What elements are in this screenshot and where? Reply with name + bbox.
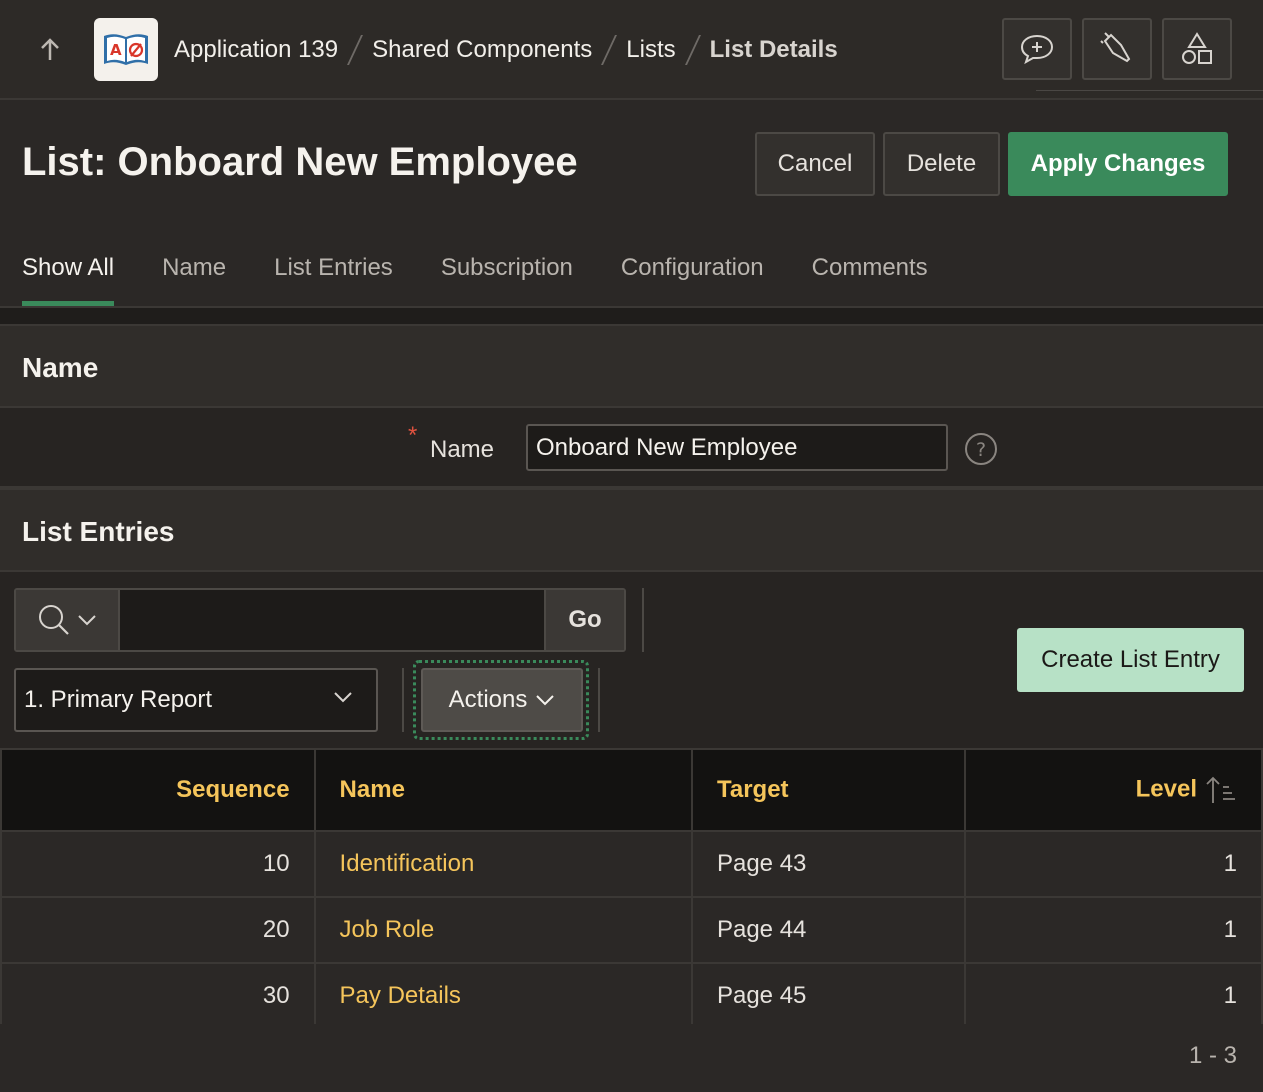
search-bar: Go: [14, 588, 626, 652]
breadcrumb-separator: [347, 35, 364, 65]
name-field-label: Name: [430, 436, 495, 463]
breadcrumb-shared-components[interactable]: Shared Components: [372, 36, 592, 64]
shapes-icon: [1182, 32, 1212, 64]
list-entries-section-title: List Entries: [22, 516, 175, 547]
pagination-range: 1 - 3: [1188, 1042, 1237, 1069]
cell-level: 1: [963, 962, 1263, 1030]
toolbar-separator: [642, 588, 644, 652]
shared-components-button[interactable]: [1162, 18, 1232, 80]
app-book-icon: A: [104, 33, 148, 65]
cell-level: 1: [963, 830, 1263, 898]
highlight-button[interactable]: [1082, 18, 1152, 80]
help-icon[interactable]: ?: [964, 432, 998, 466]
breadcrumb-current: List Details: [709, 36, 838, 63]
cell-sequence: 10: [0, 830, 316, 898]
topbar-divider: [1036, 90, 1263, 91]
list-entries-section-header: List Entries: [0, 488, 1263, 572]
tab-show-all[interactable]: Show All: [22, 244, 115, 306]
tab-name[interactable]: Name: [162, 244, 226, 306]
go-button[interactable]: Go: [544, 590, 624, 650]
table-row: 30 Pay Details Page 45 1: [0, 962, 1263, 1030]
report-header-row: Sequence Name Target Level: [0, 748, 1263, 832]
column-header-target[interactable]: Target: [690, 748, 966, 832]
top-bar: A Application 139 Shared Components List…: [0, 0, 1263, 100]
region-gap: [0, 308, 1263, 324]
chevron-down-icon: [536, 695, 555, 706]
column-header-level[interactable]: Level: [963, 748, 1263, 832]
list-entries-report: Sequence Name Target Level 10 Identifica…: [0, 748, 1263, 1030]
saved-report-select[interactable]: 1. Primary Report: [14, 668, 378, 732]
apply-changes-button[interactable]: Apply Changes: [1008, 132, 1228, 196]
tab-subscription[interactable]: Subscription: [441, 244, 573, 306]
cell-name-link[interactable]: Identification: [313, 830, 693, 898]
actions-label: Actions: [448, 686, 528, 713]
report-footer: [0, 1024, 1263, 1092]
create-list-entry-button[interactable]: Create List Entry: [1017, 628, 1244, 692]
breadcrumb-application[interactable]: Application 139: [174, 36, 338, 64]
name-section-title: Name: [22, 352, 99, 383]
region-tabs: Show All Name List Entries Subscription …: [22, 244, 976, 308]
svg-text:A: A: [110, 41, 122, 59]
tab-configuration[interactable]: Configuration: [621, 244, 764, 306]
search-column-menu[interactable]: [16, 590, 120, 650]
tab-list-entries[interactable]: List Entries: [274, 244, 393, 306]
toolbar-separator: [402, 668, 404, 732]
column-header-name[interactable]: Name: [313, 748, 693, 832]
breadcrumb: Application 139 Shared Components Lists …: [174, 28, 838, 72]
breadcrumb-separator: [684, 35, 701, 65]
column-header-sequence[interactable]: Sequence: [0, 748, 316, 832]
chat-plus-icon: [1020, 34, 1054, 65]
required-indicator: *: [408, 422, 418, 449]
cell-target: Page 44: [690, 896, 966, 964]
breadcrumb-lists[interactable]: Lists: [626, 36, 675, 64]
toolbar-separator: [598, 668, 600, 732]
flashlight-icon: [1100, 32, 1131, 63]
page-title: List: Onboard New Employee: [22, 140, 578, 184]
help-mark: ?: [976, 439, 986, 461]
table-row: 10 Identification Page 43 1: [0, 830, 1263, 898]
app-logo[interactable]: A: [94, 18, 158, 81]
column-header-level-label: Level: [1135, 775, 1197, 803]
saved-report-value: 1. Primary Report: [24, 686, 213, 713]
feedback-button[interactable]: [1002, 18, 1072, 80]
cancel-button[interactable]: Cancel: [755, 132, 875, 196]
cell-sequence: 20: [0, 896, 316, 964]
breadcrumb-separator: [601, 35, 618, 65]
name-field[interactable]: [526, 424, 948, 471]
cell-sequence: 30: [0, 962, 316, 1030]
up-arrow-icon[interactable]: [36, 36, 64, 64]
cell-name-link[interactable]: Job Role: [313, 896, 693, 964]
tab-comments[interactable]: Comments: [812, 244, 928, 306]
cell-target: Page 43: [690, 830, 966, 898]
report-search-input[interactable]: [120, 590, 546, 650]
chevron-down-icon: [334, 692, 352, 703]
name-section-header: Name: [0, 324, 1263, 408]
table-row: 20 Job Role Page 44 1: [0, 896, 1263, 964]
search-icon: [39, 605, 69, 635]
chevron-down-icon: [78, 615, 96, 626]
cell-target: Page 45: [690, 962, 966, 1030]
cell-name-link[interactable]: Pay Details: [313, 962, 693, 1030]
delete-button[interactable]: Delete: [883, 132, 1000, 196]
sort-ascending-icon: [1206, 776, 1235, 803]
actions-menu-button[interactable]: Actions: [421, 668, 583, 732]
cell-level: 1: [963, 896, 1263, 964]
